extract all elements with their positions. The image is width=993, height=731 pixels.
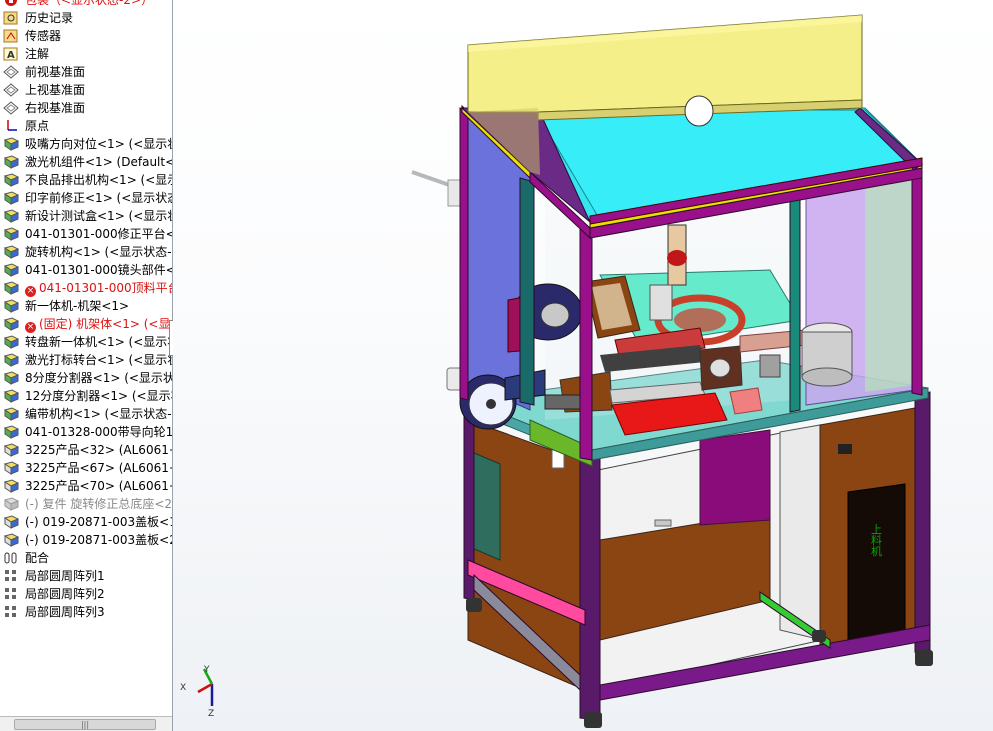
tree-item[interactable]: 3225产品<67> (AL6061+| bbox=[0, 459, 172, 477]
triad-y-label: Y bbox=[203, 665, 210, 675]
tree-item-label: 不良品排出机构<1> (<显示 bbox=[25, 173, 172, 187]
svg-text:A: A bbox=[7, 50, 15, 61]
tree-item-label: 前视基准面 bbox=[25, 65, 86, 79]
tree-item-label: 传感器 bbox=[25, 29, 62, 43]
tree-item-label: 041-01328-000带导向轮1- bbox=[25, 425, 172, 439]
tree-item[interactable]: 新设计测试盒<1> (<显示状 bbox=[0, 207, 172, 225]
tree-item[interactable]: 局部圆周阵列1 bbox=[0, 567, 172, 585]
tree-item-label: 配合 bbox=[25, 551, 50, 565]
tree-item[interactable]: 激光打标转台<1> (<显示状 bbox=[0, 351, 172, 369]
tree-item-label: 3225产品<67> (AL6061+| bbox=[25, 461, 172, 475]
tree-item-label: (-) 019-20871-003盖板<1 bbox=[25, 515, 172, 529]
tree-item[interactable]: 吸嘴方向对位<1> (<显示状 bbox=[0, 135, 172, 153]
tree-item[interactable]: 前视基准面 bbox=[0, 63, 172, 81]
tree-item[interactable]: 041-01301-000镜头部件< bbox=[0, 261, 172, 279]
orientation-triad: Y X Z bbox=[180, 665, 214, 719]
tree-item-label: 编带机构<1> (<显示状态-2 bbox=[25, 407, 172, 421]
tree-item-label: 印字前修正<1> (<显示状态 bbox=[25, 191, 172, 205]
tree-item[interactable]: 印字前修正<1> (<显示状态 bbox=[0, 189, 172, 207]
tree-item-label: 8分度分割器<1> (<显示状 bbox=[25, 371, 172, 385]
tree-item[interactable]: (-) 复件 旋转修正总底座<2 bbox=[0, 495, 172, 513]
tree-item[interactable]: × (固定) 机架体<1> (<显 bbox=[0, 315, 172, 333]
tree-item[interactable]: 8分度分割器<1> (<显示状 bbox=[0, 369, 172, 387]
tree-item-label: 包装（<显示状态-2>） bbox=[25, 0, 154, 7]
tree-item-label: 注解 bbox=[25, 47, 50, 61]
tree-item-label: 局部圆周阵列3 bbox=[25, 605, 105, 619]
tree-item[interactable]: A 注解 bbox=[0, 45, 172, 63]
tree-item[interactable]: 原点 bbox=[0, 117, 172, 135]
tree-item[interactable]: 局部圆周阵列2 bbox=[0, 585, 172, 603]
tree-item[interactable]: 历史记录 bbox=[0, 9, 172, 27]
tree-item[interactable]: (-) 019-20871-003盖板<2 bbox=[0, 531, 172, 549]
laser-pointer-rod bbox=[411, 170, 465, 207]
tree-item-label: 转盘新一体机<1> (<显示状 bbox=[25, 335, 172, 349]
error-icon: × bbox=[25, 322, 36, 333]
tree-item-label: 激光打标转台<1> (<显示状 bbox=[25, 353, 172, 367]
tree-item-label: 041-01301-000镜头部件< bbox=[25, 263, 172, 277]
tree-item-label: 12分度分割器<1> (<显示状 bbox=[25, 389, 172, 403]
tree-item[interactable]: × 041-01301-000顶料平台 bbox=[0, 279, 172, 297]
tree-item-label: 3225产品<32> (AL6061+| bbox=[25, 443, 172, 457]
panel-marker-text: 上料机 bbox=[870, 523, 883, 556]
error-icon: × bbox=[25, 286, 36, 297]
machine-model: 上料机 bbox=[411, 14, 933, 728]
tree-item[interactable]: 041-01301-000修正平台< bbox=[0, 225, 172, 243]
tree-item-label: (-) 019-20871-003盖板<2 bbox=[25, 533, 172, 547]
tree-item[interactable]: 局部圆周阵列3 bbox=[0, 603, 172, 621]
triad-z-label: Z bbox=[208, 709, 214, 719]
scrollbar-thumb[interactable]: ||| bbox=[14, 719, 156, 730]
triad-x-label: X bbox=[180, 683, 186, 693]
tree-item[interactable]: 3225产品<70> (AL6061+| bbox=[0, 477, 172, 495]
horizontal-scrollbar[interactable]: ||| bbox=[0, 716, 172, 731]
tree-item[interactable]: 新一体机-机架<1> bbox=[0, 297, 172, 315]
tree-item-label: 041-01301-000顶料平台 bbox=[39, 281, 172, 295]
tree-item-label: 局部圆周阵列2 bbox=[25, 587, 105, 601]
tree-item[interactable]: 右视基准面 bbox=[0, 99, 172, 117]
tree-item-label: 右视基准面 bbox=[25, 101, 86, 115]
tree-item-label: 新一体机-机架<1> bbox=[25, 299, 130, 313]
control-panel bbox=[847, 483, 906, 649]
tree-item[interactable]: 转盘新一体机<1> (<显示状 bbox=[0, 333, 172, 351]
tree-item-label: 激光机组件<1> (Default< bbox=[25, 155, 172, 169]
tree-item[interactable]: 上视基准面 bbox=[0, 81, 172, 99]
tree-item[interactable]: 编带机构<1> (<显示状态-2 bbox=[0, 405, 172, 423]
tree-item-label: 3225产品<70> (AL6061+| bbox=[25, 479, 172, 493]
tree-item[interactable]: (-) 019-20871-003盖板<1 bbox=[0, 513, 172, 531]
tree-item-label: 旋转机构<1> (<显示状态-2 bbox=[25, 245, 172, 259]
feature-tree-list: 包装（<显示状态-2>） 历史记录传感器 A 注解前视基准面上视基准面右视基准面原点吸… bbox=[0, 0, 172, 621]
tree-item[interactable]: 041-01328-000带导向轮1- bbox=[0, 423, 172, 441]
tree-item[interactable]: 包装（<显示状态-2>） bbox=[0, 0, 172, 9]
tree-item-label: 新设计测试盒<1> (<显示状 bbox=[25, 209, 172, 223]
tree-item-label: 上视基准面 bbox=[25, 83, 86, 97]
tree-item[interactable]: 激光机组件<1> (Default< bbox=[0, 153, 172, 171]
tree-item-label: 历史记录 bbox=[25, 11, 74, 25]
tree-item-label: 041-01301-000修正平台< bbox=[25, 227, 172, 241]
hood bbox=[467, 14, 863, 113]
tree-item-label: (-) 复件 旋转修正总底座<2 bbox=[25, 497, 172, 511]
feature-tree: 包装（<显示状态-2>） 历史记录传感器 A 注解前视基准面上视基准面右视基准面原点吸… bbox=[0, 0, 173, 731]
tree-item[interactable]: 旋转机构<1> (<显示状态-2 bbox=[0, 243, 172, 261]
tree-item-label: 原点 bbox=[25, 119, 50, 133]
tree-item-label: (固定) 机架体<1> (<显 bbox=[39, 317, 171, 331]
tree-item[interactable]: 传感器 bbox=[0, 27, 172, 45]
tree-item-label: 吸嘴方向对位<1> (<显示状 bbox=[25, 137, 172, 151]
tree-item[interactable]: 配合 bbox=[0, 549, 172, 567]
tree-item-label: 局部圆周阵列1 bbox=[25, 569, 105, 583]
tree-item[interactable]: 不良品排出机构<1> (<显示 bbox=[0, 171, 172, 189]
tree-item[interactable]: 3225产品<32> (AL6061+| bbox=[0, 441, 172, 459]
tree-item[interactable]: 12分度分割器<1> (<显示状 bbox=[0, 387, 172, 405]
graphics-viewport[interactable]: 上料机 bbox=[173, 0, 993, 731]
